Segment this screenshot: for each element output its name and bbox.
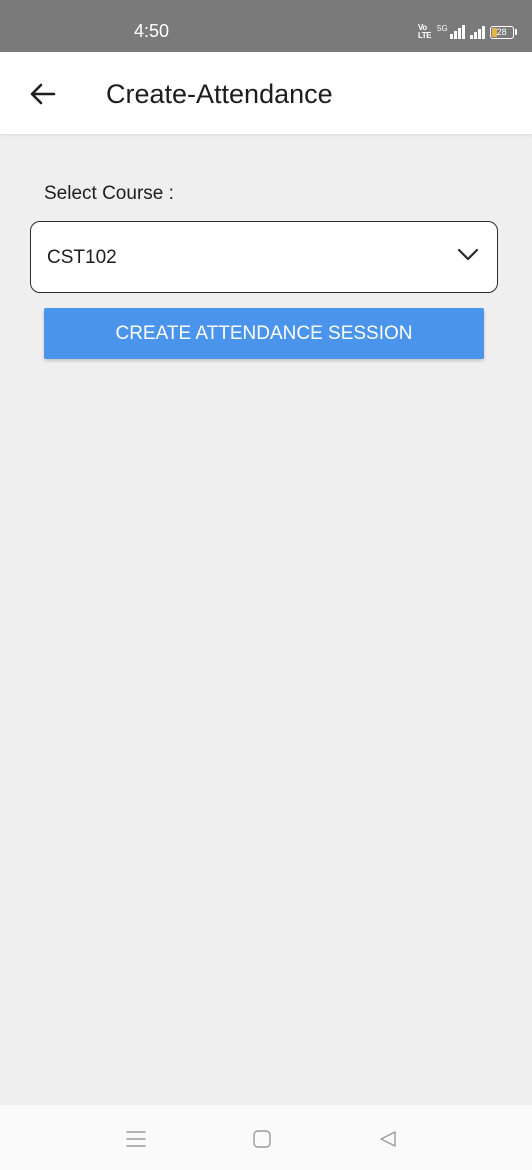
battery-text: 28 bbox=[496, 27, 507, 37]
battery-tip bbox=[514, 29, 517, 35]
nav-back-button[interactable] bbox=[372, 1123, 404, 1155]
home-button[interactable] bbox=[246, 1123, 278, 1155]
arrow-left-icon bbox=[30, 83, 56, 105]
volte-icon: Vo LTE bbox=[418, 23, 432, 40]
battery-icon: 28 bbox=[489, 25, 514, 39]
signal-strength-icon bbox=[469, 25, 485, 39]
page-title: Create-Attendance bbox=[106, 79, 333, 109]
chevron-down-icon bbox=[457, 248, 479, 261]
status-icons: Vo LTE 5G 28 bbox=[418, 22, 517, 42]
status-time: 4:50 bbox=[134, 21, 170, 41]
selected-course-value: CST102 bbox=[47, 247, 117, 268]
menu-icon bbox=[126, 1131, 146, 1147]
select-course-label: Select Course : bbox=[44, 183, 174, 204]
navigation-bar bbox=[0, 1105, 532, 1170]
home-square-icon bbox=[253, 1130, 271, 1148]
back-triangle-icon bbox=[380, 1131, 396, 1147]
signal-5g-icon: 5G bbox=[437, 25, 465, 39]
menu-button[interactable] bbox=[120, 1123, 152, 1155]
back-button[interactable] bbox=[20, 72, 64, 116]
app-bar: Create-Attendance bbox=[0, 52, 532, 134]
status-bar: 4:50 Vo LTE 5G 28 bbox=[0, 0, 532, 52]
create-attendance-session-button[interactable]: CREATE ATTENDANCE SESSION bbox=[44, 308, 484, 359]
course-dropdown[interactable]: CST102 bbox=[30, 221, 498, 293]
signal-5g-label: 5G bbox=[437, 24, 448, 33]
